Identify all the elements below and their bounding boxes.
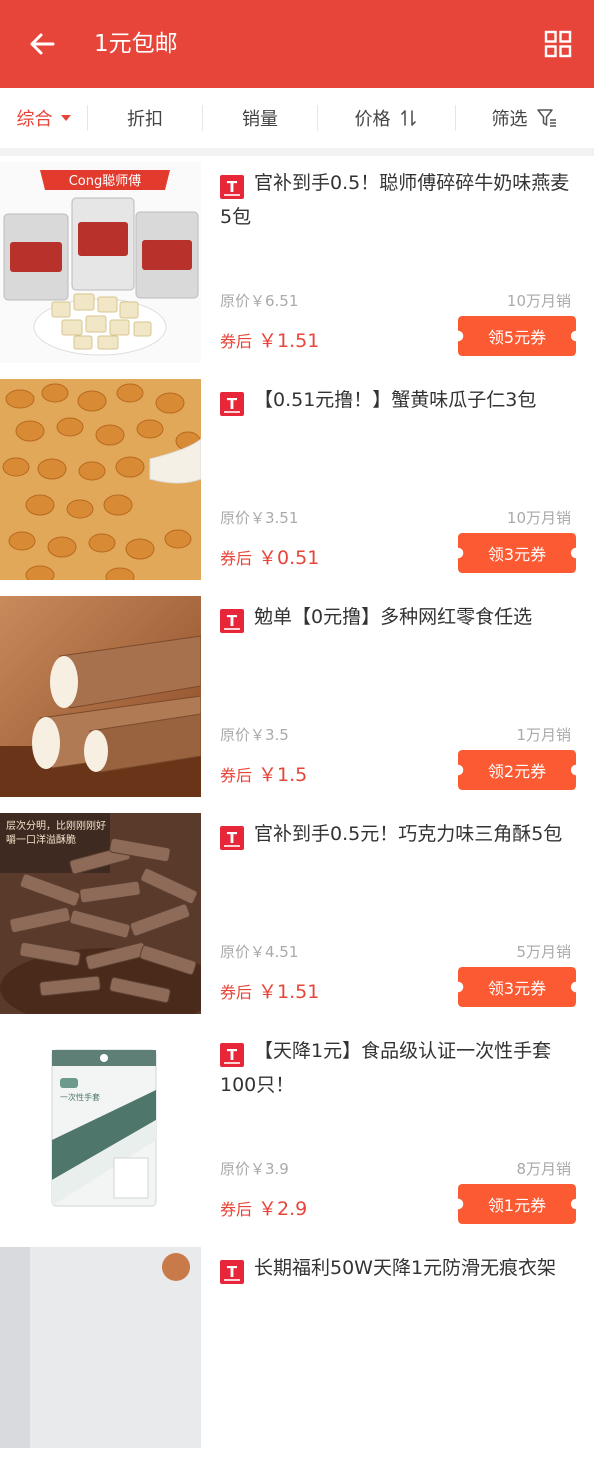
sort-filter-bar: 综合 折扣 销量 价格 筛选 [0, 88, 594, 148]
product-title: 官补到手0.5元！巧克力味三角酥5包 [254, 823, 563, 845]
monthly-sales: 10万月销 [506, 509, 571, 527]
after-coupon-label: 券后 [220, 332, 253, 351]
monthly-sales: 5万月销 [516, 943, 571, 961]
price-after-coupon: 券后 ￥1.51 [220, 326, 319, 353]
product-title: 【0.51元撸！】蟹黄味瓜子仁3包 [254, 389, 537, 411]
product-card[interactable]: 层次分明，比刚刚刚好 嚼一口洋溢酥脆 T 官补到手0.5元！巧克力味三角酥5包 … [0, 807, 594, 1024]
grid-view-icon[interactable] [536, 24, 580, 64]
product-card[interactable]: T 勉单【0元撸】多种网红零食任选 原价￥3.5 1万月销 券后 ￥1.5 领2元券 [0, 590, 594, 807]
product-title: 【天降1元】食品级认证一次性手套100只！ [220, 1040, 552, 1096]
product-image-wafer-rolls [0, 596, 201, 797]
tab-filter[interactable]: 筛选 [456, 88, 593, 148]
price-after-coupon: 券后 ￥1.51 [220, 977, 319, 1004]
tab-comprehensive[interactable]: 综合 [0, 88, 87, 148]
product-title: 官补到手0.5！聪师傅碎碎牛奶味燕麦5包 [220, 172, 570, 228]
dropdown-triangle-icon [60, 115, 71, 121]
tmall-badge-icon: T [220, 1043, 244, 1067]
after-coupon-price: ￥0.51 [258, 547, 320, 569]
tab-label: 折扣 [127, 109, 163, 130]
monthly-sales: 10万月销 [506, 292, 571, 310]
product-title-block: T 官补到手0.5元！巧克力味三角酥5包 [220, 817, 580, 851]
monthly-sales: 8万月销 [516, 1160, 571, 1178]
sort-arrows-icon [399, 109, 419, 127]
original-price: 原价￥3.5 [220, 726, 289, 744]
product-title: 勉单【0元撸】多种网红零食任选 [254, 606, 533, 628]
product-info: T 勉单【0元撸】多种网红零食任选 原价￥3.5 1万月销 券后 ￥1.5 领2元券 [220, 600, 580, 800]
product-title: 长期福利50W天降1元防滑无痕衣架 [254, 1257, 557, 1279]
back-arrow-icon[interactable] [20, 24, 64, 64]
package-text: 一次性手套 [60, 1092, 100, 1102]
section-divider [0, 148, 594, 156]
after-coupon-label: 券后 [220, 983, 253, 1002]
after-coupon-price: ￥1.51 [258, 981, 320, 1003]
price-after-coupon: 券后 ￥1.5 [220, 760, 307, 787]
image-caption-line-2: 嚼一口洋溢酥脆 [6, 833, 76, 846]
tmall-badge-icon: T [220, 392, 244, 416]
product-title-block: T 勉单【0元撸】多种网红零食任选 [220, 600, 580, 634]
price-after-coupon: 券后 ￥0.51 [220, 543, 319, 570]
product-info: T 官补到手0.5元！巧克力味三角酥5包 原价￥4.51 5万月销 券后 ￥1.51… [220, 817, 580, 1017]
original-price: 原价￥3.51 [220, 509, 299, 527]
product-title-block: T 【天降1元】食品级认证一次性手套100只！ [220, 1034, 580, 1102]
after-coupon-price: ￥1.51 [258, 330, 320, 352]
tab-sales[interactable]: 销量 [203, 88, 317, 148]
tmall-badge-icon: T [220, 609, 244, 633]
brand-logo-text: Cong聪师傅 [69, 174, 142, 189]
tmall-badge-icon: T [220, 826, 244, 850]
after-coupon-label: 券后 [220, 549, 253, 568]
get-coupon-button[interactable]: 领5元券 [458, 316, 576, 356]
original-price: 原价￥4.51 [220, 943, 299, 961]
tab-label: 价格 [354, 109, 391, 130]
tab-label: 筛选 [491, 109, 528, 130]
get-coupon-button[interactable]: 领2元券 [458, 750, 576, 790]
get-coupon-button[interactable]: 领3元券 [458, 533, 576, 573]
product-image-disposable-gloves: 一次性手套 [0, 1030, 201, 1231]
tab-discount[interactable]: 折扣 [88, 88, 202, 148]
tmall-badge-icon: T [220, 1260, 244, 1284]
product-image-sunflower-seeds [0, 379, 201, 580]
product-info: T 【天降1元】食品级认证一次性手套100只！ 原价￥3.9 8万月销 券后 ￥2.… [220, 1034, 580, 1234]
product-title-block: T 官补到手0.5！聪师傅碎碎牛奶味燕麦5包 [220, 166, 580, 234]
product-info: T 官补到手0.5！聪师傅碎碎牛奶味燕麦5包 原价￥6.51 10万月销 券后 ￥1… [220, 166, 580, 366]
product-info: T 长期福利50W天降1元防滑无痕衣架 [220, 1251, 580, 1451]
original-price: 原价￥6.51 [220, 292, 299, 310]
price-after-coupon: 券后 ￥2.9 [220, 1194, 307, 1221]
product-title-block: T 【0.51元撸！】蟹黄味瓜子仁3包 [220, 383, 580, 417]
after-coupon-label: 券后 [220, 766, 253, 785]
image-caption-line-1: 层次分明，比刚刚刚好 [6, 819, 106, 832]
product-image-chocolate-crisps: 层次分明，比刚刚刚好 嚼一口洋溢酥脆 [0, 813, 201, 1014]
product-card[interactable]: Cong聪师傅 T 官补到手0.5！聪师傅碎碎牛奶味燕麦5包 原价￥6.51 1… [0, 156, 594, 373]
product-image-oat-crisps: Cong聪师傅 [0, 162, 201, 363]
product-image-hangers [0, 1247, 201, 1448]
product-info: T 【0.51元撸！】蟹黄味瓜子仁3包 原价￥3.51 10万月销 券后 ￥0.51… [220, 383, 580, 583]
top-app-bar: 1元包邮 [0, 0, 594, 88]
after-coupon-price: ￥1.5 [258, 764, 308, 786]
tab-price[interactable]: 价格 [318, 88, 455, 148]
get-coupon-button[interactable]: 领1元券 [458, 1184, 576, 1224]
tab-label: 销量 [242, 109, 278, 130]
product-card[interactable]: T 长期福利50W天降1元防滑无痕衣架 [0, 1241, 594, 1458]
product-card[interactable]: 一次性手套 T 【天降1元】食品级认证一次性手套100只！ 原价￥3.9 8万月销… [0, 1024, 594, 1241]
product-card[interactable]: T 【0.51元撸！】蟹黄味瓜子仁3包 原价￥3.51 10万月销 券后 ￥0.51… [0, 373, 594, 590]
page-title: 1元包邮 [94, 31, 178, 57]
tmall-badge-icon: T [220, 175, 244, 199]
tab-label: 综合 [16, 109, 53, 130]
filter-icon [536, 108, 558, 128]
after-coupon-price: ￥2.9 [258, 1198, 308, 1220]
monthly-sales: 1万月销 [516, 726, 571, 744]
after-coupon-label: 券后 [220, 1200, 253, 1219]
get-coupon-button[interactable]: 领3元券 [458, 967, 576, 1007]
original-price: 原价￥3.9 [220, 1160, 289, 1178]
